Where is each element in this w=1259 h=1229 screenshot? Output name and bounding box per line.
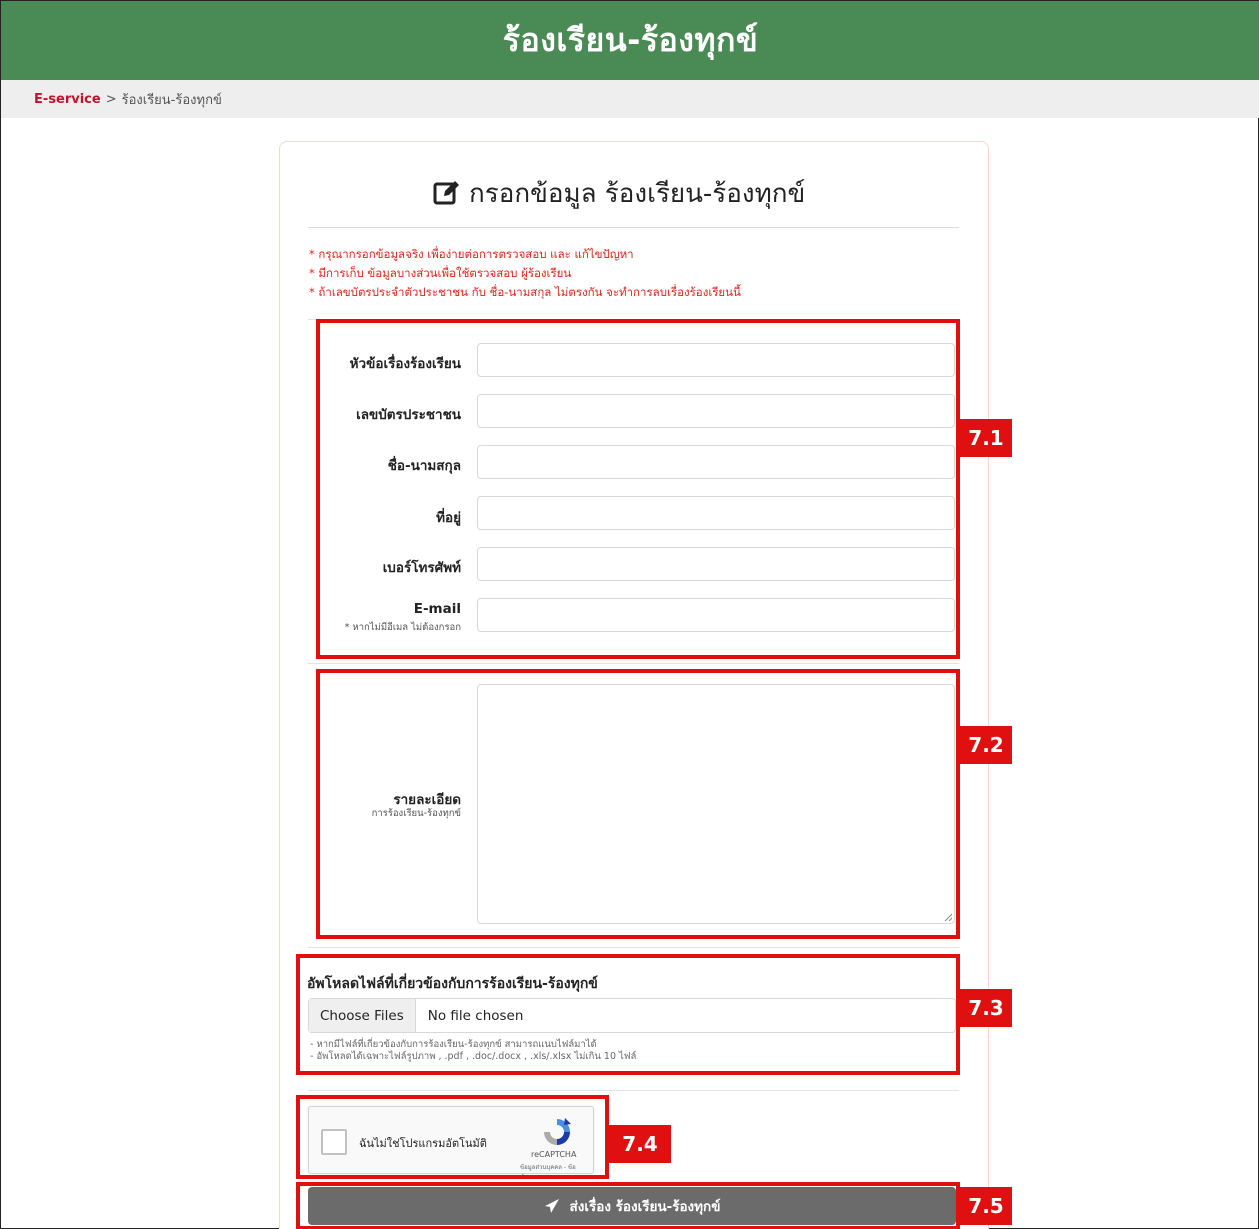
page-title: ร้องเรียน-ร้องทุกข์ (502, 21, 759, 59)
form-note: * มีการเก็บ ข้อมูลบางส่วนเพื่อใช้ตรวจสอบ… (309, 266, 572, 280)
section-divider (308, 1090, 959, 1091)
section-divider (308, 947, 959, 948)
page-header: ร้องเรียน-ร้องทุกข์ (1, 1, 1259, 80)
breadcrumb-link-eservice[interactable]: E-service (34, 92, 101, 107)
breadcrumb-current: ร้องเรียน-ร้องทุกข์ (121, 92, 222, 108)
form-title-text: กรอกข้อมูล ร้องเรียน-ร้องทุกข์ (469, 178, 806, 209)
annotation-tag-7-2: 7.2 (960, 726, 1012, 764)
form-note: * ถ้าเลขบัตรประจำตัวประชาชน กับ ชื่อ-นาม… (309, 285, 741, 299)
form-title: กรอกข้อมูล ร้องเรียน-ร้องทุกข์ (433, 171, 805, 215)
annotation-box-7-4 (296, 1095, 609, 1179)
breadcrumb-separator: > (105, 91, 117, 107)
section-divider (308, 663, 959, 664)
annotation-tag-7-3: 7.3 (960, 989, 1012, 1027)
breadcrumb: E-service > ร้องเรียน-ร้องทุกข์ (1, 80, 1259, 118)
annotation-box-7-5 (296, 1182, 960, 1229)
form-note: * กรุณากรอกข้อมูลจริง เพื่อง่ายต่อการตรว… (309, 247, 634, 261)
form-notes: * กรุณากรอกข้อมูลจริง เพื่อง่ายต่อการตรว… (309, 245, 741, 302)
annotation-tag-7-1: 7.1 (960, 419, 1012, 457)
annotation-tag-7-4: 7.4 (609, 1125, 671, 1163)
title-divider (308, 227, 959, 228)
annotation-box-7-2 (316, 669, 960, 939)
annotation-box-7-1 (316, 319, 960, 659)
annotation-box-7-3 (296, 954, 960, 1075)
edit-icon (433, 181, 459, 205)
annotation-tag-7-5: 7.5 (960, 1187, 1012, 1225)
